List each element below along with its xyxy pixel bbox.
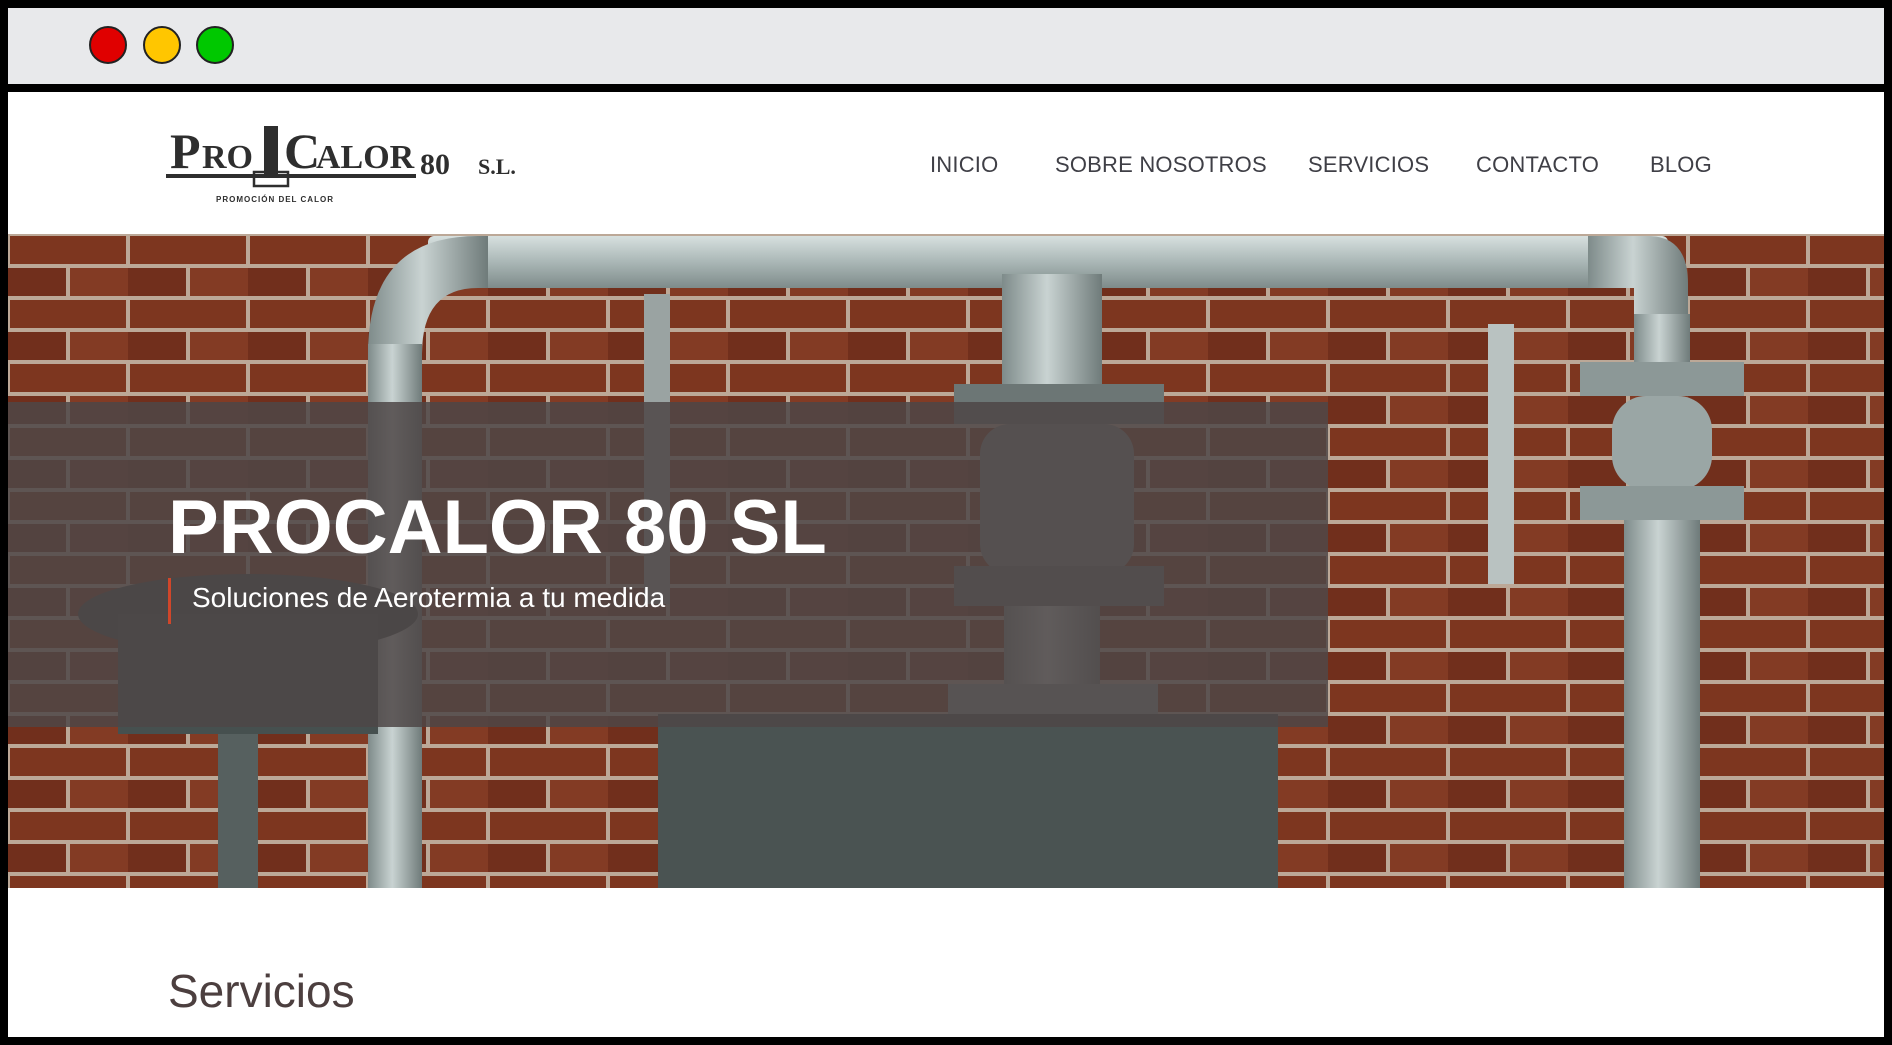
- maximize-window-button[interactable]: [196, 26, 234, 64]
- hero-title: PROCALOR 80 SL: [168, 485, 827, 570]
- nav-servicios[interactable]: SERVICIOS: [1308, 152, 1429, 178]
- main-nav: INICIO SOBRE NOSOTROS SERVICIOS CONTACTO…: [8, 92, 1884, 232]
- hero-banner: PROCALOR 80 SL Soluciones de Aerotermia …: [8, 234, 1884, 888]
- window-titlebar: [8, 8, 1884, 92]
- nav-contacto[interactable]: CONTACTO: [1476, 152, 1599, 178]
- nav-blog[interactable]: BLOG: [1650, 152, 1712, 178]
- close-window-button[interactable]: [89, 26, 127, 64]
- hero-subtitle: Soluciones de Aerotermia a tu medida: [192, 582, 666, 613]
- hero-accent-bar: [168, 578, 171, 624]
- minimize-window-button[interactable]: [143, 26, 181, 64]
- browser-window: P RO C ALOR 80 S.L. PROMOCIÓN DEL CALOR …: [8, 8, 1884, 1037]
- nav-sobre-nosotros[interactable]: SOBRE NOSOTROS: [1055, 152, 1267, 178]
- section-title-servicios: Servicios: [168, 965, 355, 1017]
- site-header: P RO C ALOR 80 S.L. PROMOCIÓN DEL CALOR …: [8, 92, 1884, 242]
- nav-inicio[interactable]: INICIO: [930, 152, 998, 178]
